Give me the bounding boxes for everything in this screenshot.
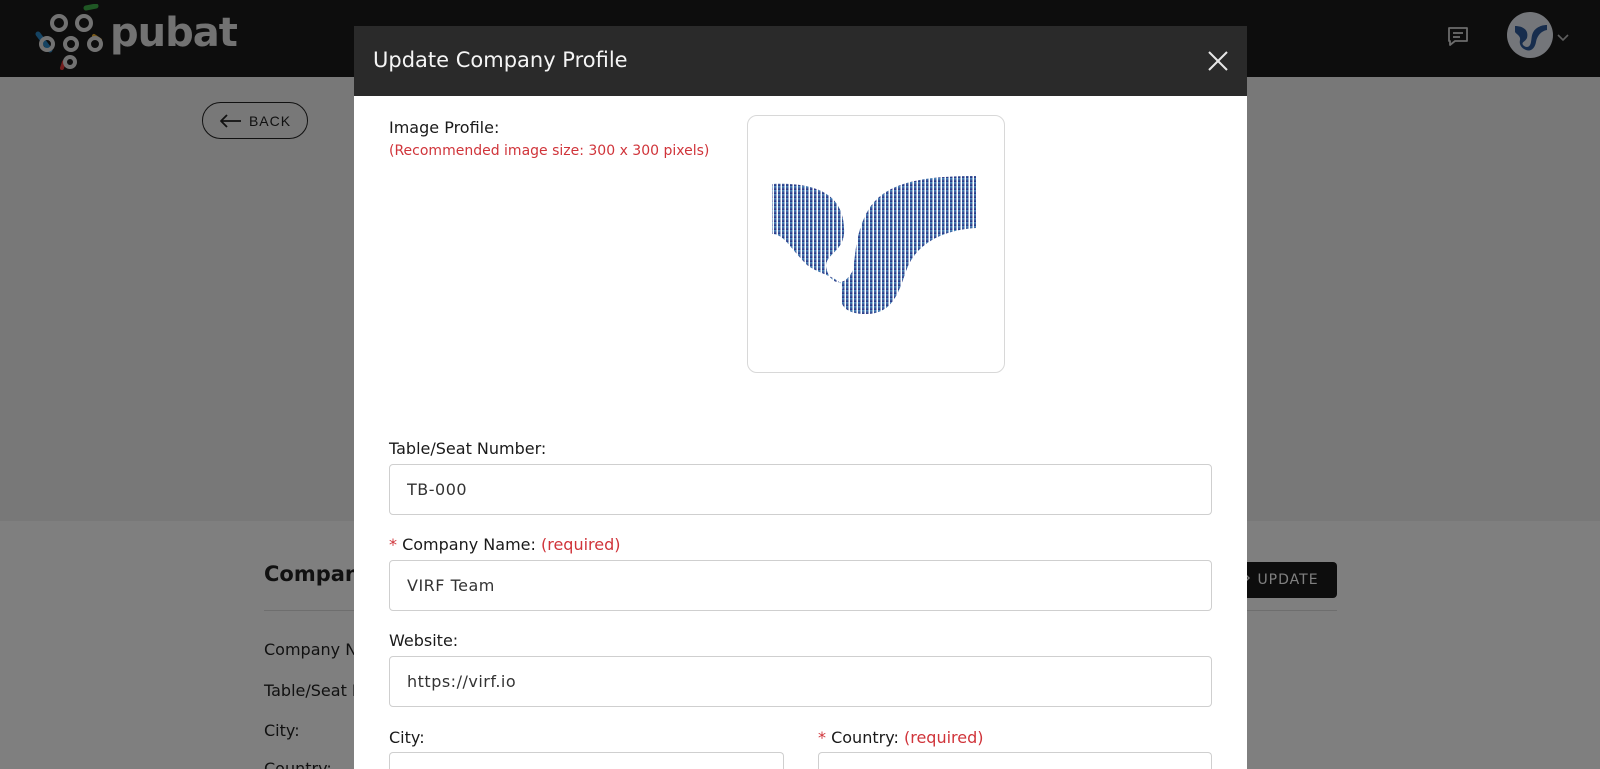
website-input[interactable]: [389, 656, 1212, 707]
table-seat-label: Table/Seat Number:: [389, 439, 547, 458]
required-text: (required): [540, 535, 621, 554]
country-input[interactable]: [818, 752, 1212, 769]
profile-image-upload[interactable]: [747, 115, 1005, 373]
country-label-text: Country:: [831, 728, 899, 747]
website-label: Website:: [389, 631, 459, 650]
required-star: *: [389, 535, 397, 554]
company-name-label-text: Company Name:: [402, 535, 536, 554]
table-seat-input[interactable]: [389, 464, 1212, 515]
company-logo-image: [772, 176, 976, 314]
close-icon: [1208, 51, 1228, 71]
image-size-hint: (Recommended image size: 300 x 300 pixel…: [389, 143, 710, 159]
country-label: * Country: (required): [818, 728, 984, 747]
company-name-label: * Company Name: (required): [389, 535, 621, 554]
required-text: (required): [903, 728, 984, 747]
city-input[interactable]: [389, 752, 784, 769]
close-button[interactable]: [1205, 48, 1231, 74]
update-company-profile-modal: Update Company Profile Image Profile: (R…: [354, 26, 1247, 769]
image-profile-label: Image Profile:: [389, 118, 500, 137]
modal-title: Update Company Profile: [373, 48, 628, 72]
city-label: City:: [389, 728, 425, 747]
modal-header: Update Company Profile: [354, 26, 1247, 96]
required-star: *: [818, 728, 826, 747]
company-name-input[interactable]: [389, 560, 1212, 611]
